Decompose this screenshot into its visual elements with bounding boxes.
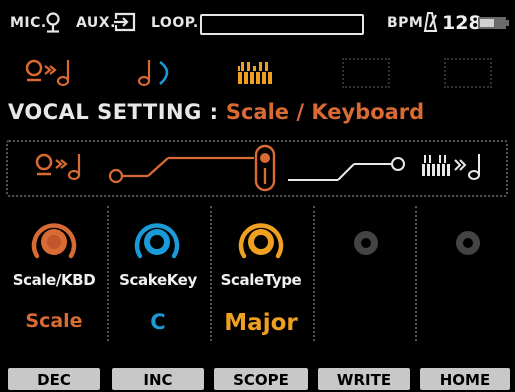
- battery-icon: [478, 17, 509, 29]
- loop-progress-bar: [200, 14, 364, 35]
- mode-slot-empty-5[interactable]: [444, 58, 492, 88]
- bpm-value: 128: [442, 12, 482, 34]
- dec-button[interactable]: DEC: [8, 368, 100, 390]
- inc-button[interactable]: INC: [112, 368, 204, 390]
- write-button[interactable]: WRITE: [318, 368, 410, 390]
- mode-slot-keyboard[interactable]: [236, 58, 284, 90]
- knob-scale-key[interactable]: [131, 216, 183, 268]
- mode-slot-harmony[interactable]: [136, 58, 184, 90]
- keyboard-icon: [238, 62, 272, 84]
- routing-keyboard-icon: [422, 154, 480, 180]
- title-label: VOCAL SETTING :: [8, 100, 219, 124]
- column-divider: [313, 206, 316, 341]
- routing-left-path: [108, 156, 254, 184]
- knob-scale-type[interactable]: [235, 216, 287, 268]
- mic-label: MIC.: [10, 15, 47, 31]
- status-bar: MIC. AUX. LOOP. BPM 128: [0, 0, 515, 44]
- mode-slot-vocal[interactable]: [23, 58, 71, 90]
- knob-value-scale-key: C: [150, 310, 166, 334]
- bpm-label: BPM: [387, 15, 424, 31]
- home-button[interactable]: HOME: [420, 368, 510, 390]
- harmony-note-icon: [137, 60, 169, 87]
- routing-right-path: [288, 157, 405, 181]
- title-value: Scale / Keyboard: [225, 100, 425, 124]
- knob-value-scale-kbd: Scale: [25, 310, 83, 332]
- mic-icon: [46, 12, 60, 33]
- routing-diagram: [6, 140, 508, 197]
- routing-switch-icon: [254, 144, 276, 192]
- vocal-to-note-icon: [25, 59, 70, 87]
- knob-value-scale-type: Major: [224, 310, 298, 336]
- knob-scale-kbd[interactable]: [28, 216, 80, 268]
- knob-inactive-4[interactable]: [350, 227, 382, 259]
- routing-vocal-icon: [35, 153, 81, 181]
- mode-slot-empty-4[interactable]: [342, 58, 390, 88]
- scope-button[interactable]: SCOPE: [214, 368, 308, 390]
- metronome-icon: [423, 12, 438, 32]
- aux-input-icon: [114, 12, 136, 32]
- loop-label: LOOP.: [151, 15, 199, 31]
- knob-name-scale-type: ScaleType: [220, 271, 302, 289]
- knob-inactive-5[interactable]: [452, 227, 484, 259]
- aux-label: AUX.: [76, 15, 116, 31]
- column-divider: [415, 206, 418, 341]
- knob-name-scale-kbd: Scale/KBD: [12, 271, 96, 289]
- page-title: VOCAL SETTING : Scale / Keyboard: [8, 100, 424, 124]
- knob-name-scale-key: ScakeKey: [119, 271, 197, 289]
